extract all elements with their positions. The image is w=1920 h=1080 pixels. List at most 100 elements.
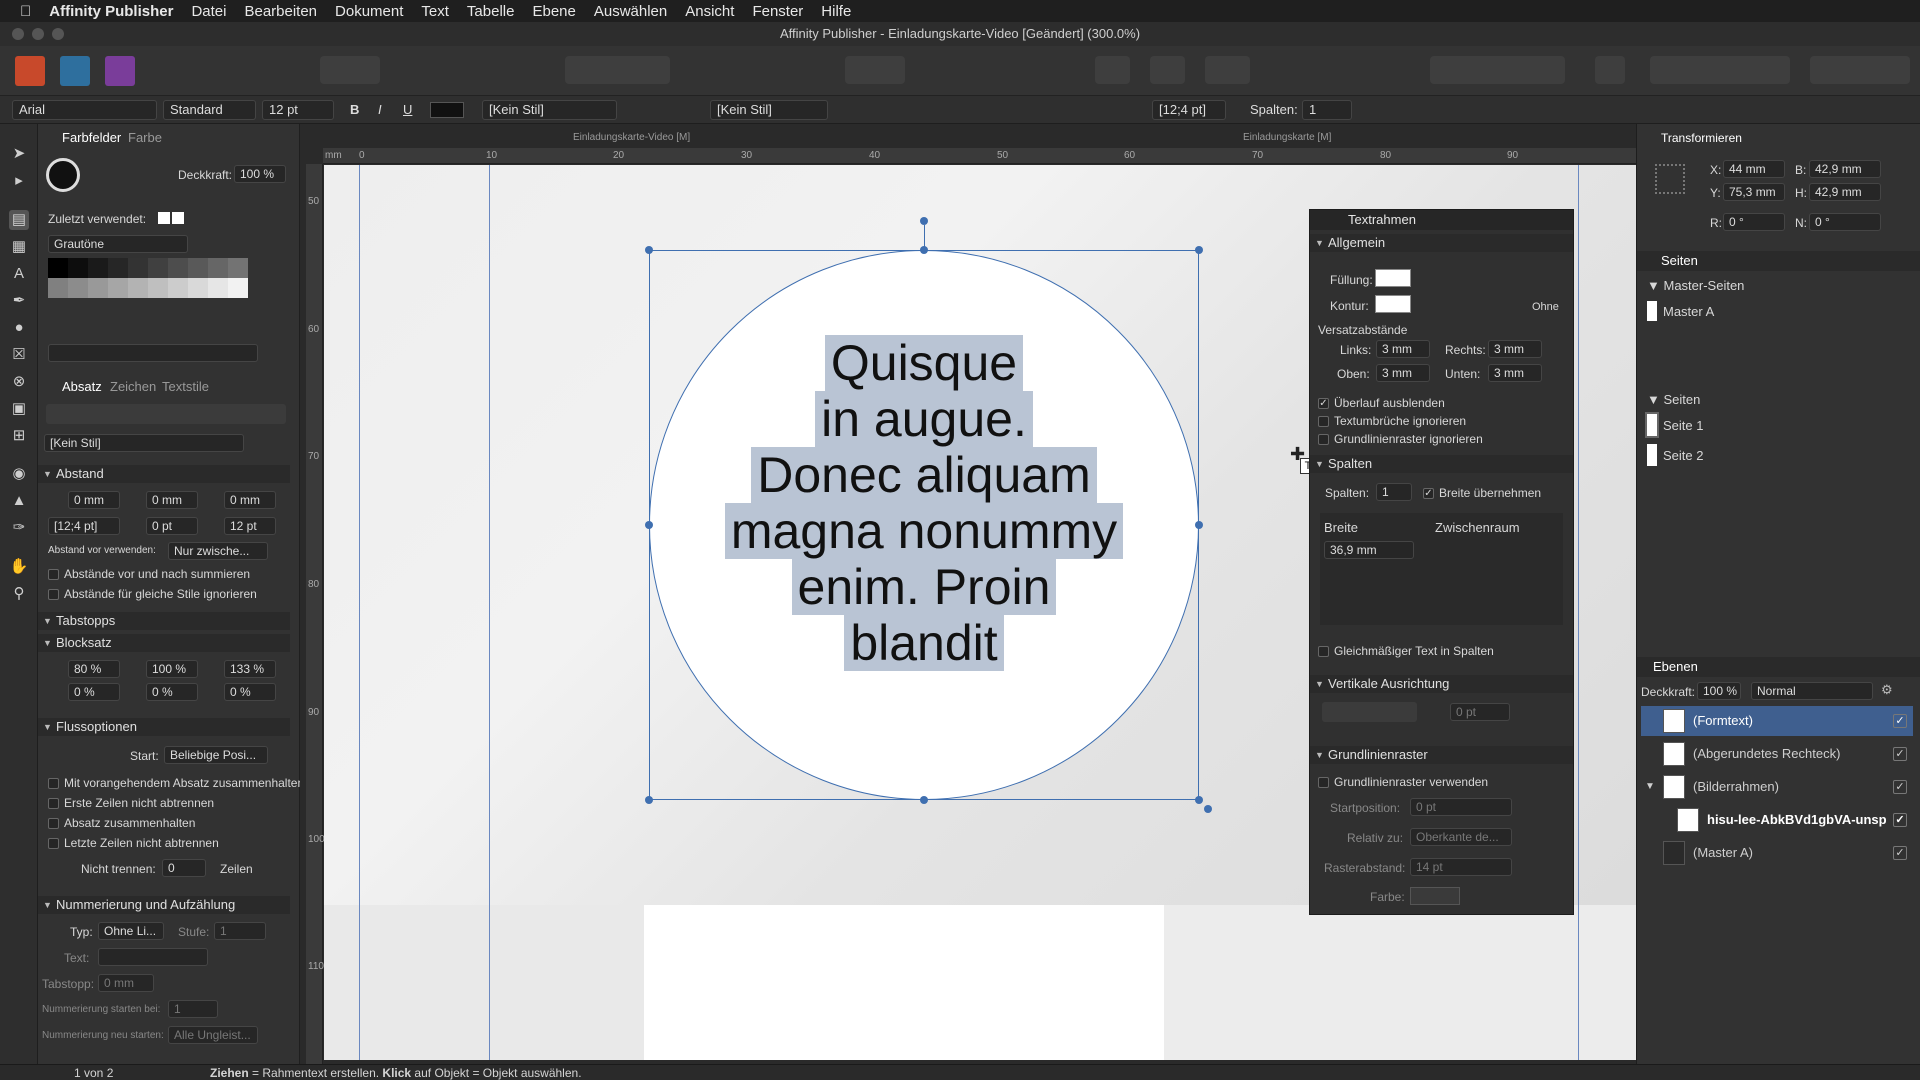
page-thumb[interactable] <box>1647 444 1657 466</box>
document-tab[interactable]: Einladungskarte-Video [M] <box>573 132 690 143</box>
word-spacing-desired-field[interactable]: 100 % <box>146 660 198 678</box>
bold-button[interactable]: B <box>350 102 359 117</box>
tab-absatz[interactable]: Absatz <box>62 379 102 394</box>
text-line[interactable]: Quisque <box>824 335 1024 391</box>
startposition-field[interactable]: 0 pt <box>1410 798 1512 816</box>
corner-handle[interactable] <box>1204 805 1212 813</box>
page-thumb[interactable] <box>1645 412 1659 438</box>
alignment-buttons[interactable] <box>925 102 1035 118</box>
align-button[interactable] <box>1595 56 1625 84</box>
menu-ebene[interactable]: Ebene <box>532 3 575 20</box>
spalten-field[interactable]: 1 <box>1376 483 1412 501</box>
inset-right-field[interactable]: 3 mm <box>1488 340 1542 358</box>
resize-handle[interactable] <box>1195 246 1203 254</box>
keep-together-checkbox[interactable]: Absatz zusammenhalten <box>48 816 195 830</box>
letter-spacing-max-field[interactable]: 0 % <box>224 683 276 701</box>
relativ-select[interactable]: Oberkante de... <box>1410 828 1512 846</box>
abstand-vor-select[interactable]: Nur zwische... <box>168 542 268 560</box>
hand-tool-icon[interactable]: ✋ <box>9 557 29 577</box>
indent-first-field[interactable]: 0 mm <box>146 491 198 509</box>
rotation-handle[interactable] <box>920 217 928 225</box>
space-before-field[interactable]: 0 pt <box>146 517 198 535</box>
word-spacing-min-field[interactable]: 80 % <box>68 660 120 678</box>
text-line[interactable]: magna nonummy <box>724 503 1124 559</box>
balanced-columns-checkbox[interactable]: Gleichmäßiger Text in Spalten <box>1318 644 1494 658</box>
vertical-ruler[interactable]: 50 60 70 80 90 100 110 <box>306 164 325 1064</box>
paragraph-style-select[interactable]: [Kein Stil] <box>44 434 244 452</box>
crop-tool-icon[interactable]: ⊞ <box>9 426 29 446</box>
font-style-select[interactable]: Standard <box>163 100 256 120</box>
baseline-grid-icon[interactable] <box>1150 56 1185 84</box>
space-after-field[interactable]: 12 pt <box>224 517 276 535</box>
text-color-swatch[interactable] <box>430 102 464 118</box>
color-swatch[interactable] <box>68 258 88 278</box>
letter-spacing-min-field[interactable]: 0 % <box>68 683 120 701</box>
tabstopp-field[interactable]: 0 mm <box>98 974 154 992</box>
photo-persona-icon[interactable] <box>105 56 135 86</box>
use-baseline-grid-checkbox[interactable]: Grundlinienraster verwenden <box>1318 775 1488 789</box>
inset-top-field[interactable]: 3 mm <box>1376 364 1430 382</box>
section-nummerierung[interactable]: Nummerierung und Aufzählung <box>38 896 290 914</box>
menu-hilfe[interactable]: Hilfe <box>821 3 851 20</box>
textframe-panel-title[interactable]: Textrahmen <box>1310 210 1573 230</box>
text-line[interactable]: enim. Proin <box>791 559 1057 615</box>
start-select[interactable]: Beliebige Posi... <box>164 746 268 764</box>
publisher-persona-icon[interactable] <box>15 56 45 86</box>
tab-farbe[interactable]: Farbe <box>128 130 162 145</box>
text-line[interactable]: blandit <box>844 615 1004 671</box>
zoom-window-button[interactable] <box>52 28 64 40</box>
fill-color-well[interactable] <box>46 158 80 192</box>
opacity-field[interactable]: 100 % <box>234 165 286 183</box>
text-line[interactable]: Donec aliquam <box>751 447 1097 503</box>
paragraph-style-select[interactable]: [Kein Stil] <box>710 100 828 120</box>
ellipse-tool-icon[interactable]: ● <box>9 318 29 338</box>
widow-checkbox[interactable]: Letzte Zeilen nicht abtrennen <box>48 836 219 850</box>
pen-tool-icon[interactable]: ✒ <box>9 291 29 311</box>
nicht-trennen-field[interactable]: 0 <box>162 859 206 877</box>
color-swatch[interactable] <box>188 278 208 298</box>
inset-left-field[interactable]: 3 mm <box>1376 340 1430 358</box>
overflow-checkbox[interactable]: ✓ Überlauf ausblenden <box>1318 396 1445 410</box>
transform-shear-field[interactable]: 0 ° <box>1809 213 1881 231</box>
menu-fenster[interactable]: Fenster <box>752 3 803 20</box>
numbering-text-field[interactable] <box>98 948 208 966</box>
keep-with-prev-checkbox[interactable]: Mit vorangehendem Absatz zusammenhalten <box>48 776 304 790</box>
layer-item[interactable]: (Abgerundetes Rechteck) ✓ <box>1641 739 1913 769</box>
transform-w-field[interactable]: 42,9 mm <box>1809 160 1881 178</box>
layer-item[interactable]: ▼ (Bilderrahmen) ✓ <box>1641 772 1913 802</box>
ignore-baseline-checkbox[interactable]: Grundlinienraster ignorieren <box>1318 432 1483 446</box>
tab-zeichen[interactable]: Zeichen <box>110 379 156 394</box>
table-tool-icon[interactable]: ▦ <box>9 237 29 257</box>
resize-handle[interactable] <box>645 796 653 804</box>
color-swatch[interactable] <box>228 278 248 298</box>
circle-text-content[interactable]: Quisque in augue. Donec aliquam magna no… <box>660 335 1188 671</box>
frame-text-tool-icon[interactable]: ▤ <box>9 210 29 230</box>
menu-text[interactable]: Text <box>421 3 449 20</box>
character-style-select[interactable]: [Kein Stil] <box>482 100 617 120</box>
pages-header[interactable]: ▼ Seiten <box>1647 392 1700 407</box>
restart-select[interactable]: Alle Ungleist... <box>168 1026 258 1044</box>
italic-button[interactable]: I <box>378 102 382 117</box>
color-swatch[interactable] <box>88 278 108 298</box>
word-spacing-max-field[interactable]: 133 % <box>224 660 276 678</box>
resize-handle[interactable] <box>645 521 653 529</box>
color-swatch[interactable] <box>168 258 188 278</box>
apple-icon[interactable]:  <box>20 3 31 20</box>
ellipse-frame-tool-icon[interactable]: ⊗ <box>9 372 29 392</box>
font-size-select[interactable]: 12 pt <box>262 100 334 120</box>
indent-right-field[interactable]: 0 mm <box>224 491 276 509</box>
recent-swatch[interactable] <box>158 212 170 224</box>
pin-buttons[interactable] <box>845 56 905 84</box>
resize-handle[interactable] <box>1195 796 1203 804</box>
color-swatch[interactable] <box>48 278 68 298</box>
color-swatch[interactable] <box>108 278 128 298</box>
preview-icon[interactable] <box>1095 56 1130 84</box>
vertical-align-buttons[interactable] <box>1322 702 1417 722</box>
resize-handle[interactable] <box>645 246 653 254</box>
recent-swatch[interactable] <box>172 212 184 224</box>
menu-app[interactable]: Affinity Publisher <box>49 3 173 20</box>
summieren-checkbox[interactable]: Abstände vor und nach summieren <box>48 567 250 581</box>
artistic-text-tool-icon[interactable]: A <box>9 264 29 284</box>
section-abstand[interactable]: Abstand <box>38 465 290 483</box>
underline-button[interactable]: U <box>403 102 412 117</box>
